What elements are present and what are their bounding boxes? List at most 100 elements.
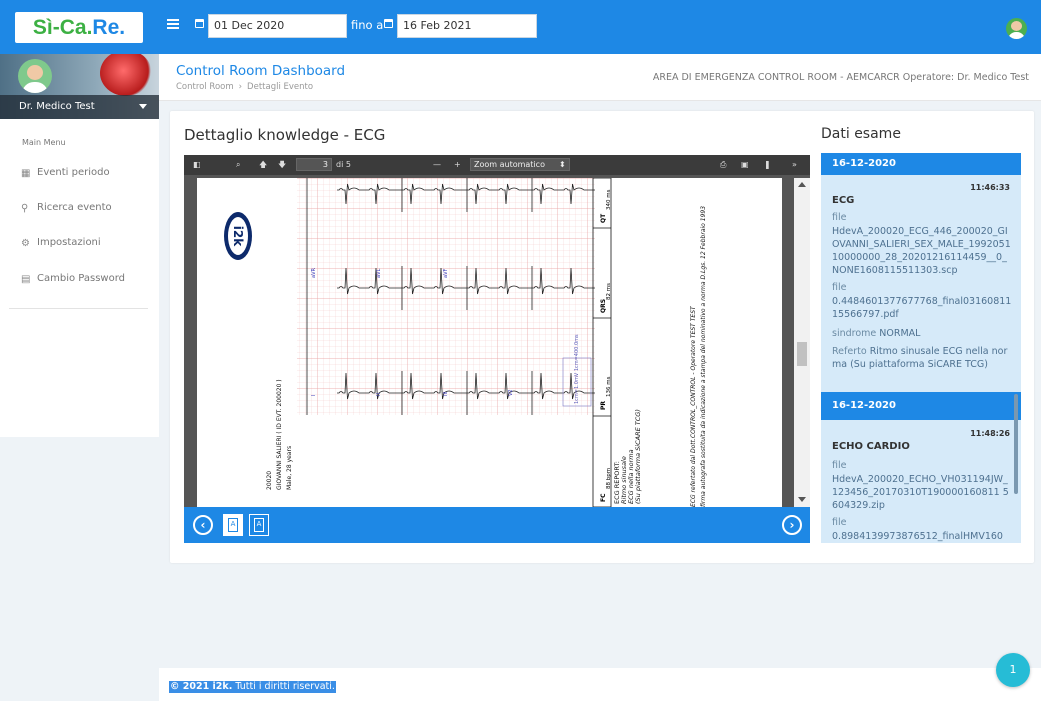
print-icon[interactable]: ⎙ xyxy=(720,160,726,170)
sindrome-label: sindrome xyxy=(832,328,877,339)
footer: © 2021 i2k. Tutti i diritti riservati. xyxy=(159,668,1041,701)
pdf-document-button-2[interactable]: A xyxy=(249,514,269,536)
exam-name: ECHO CARDIO xyxy=(832,441,910,452)
patient-line: Male, 28 years xyxy=(286,446,293,490)
chevron-updown-icon: ⬍ xyxy=(559,160,566,169)
caret-down-icon[interactable] xyxy=(139,104,147,109)
menu-toggle-icon[interactable] xyxy=(167,19,179,29)
exam-file-link[interactable]: 0.8984139973876512_finalHMV160 xyxy=(832,530,1012,543)
patient-line: GIOVANNI SALIERI ( ID EVT. 200020 ) xyxy=(276,379,283,490)
pdf-nav-bar: ‹ A A › xyxy=(184,507,810,543)
breadcrumb-control-room[interactable]: Control Room xyxy=(176,82,234,92)
ecg-report-text: ECG REPORT: Ritmo sinusale ECG nella nor… xyxy=(613,409,642,504)
exam-field: Referto Ritmo sinusale ECG nella norma (… xyxy=(832,345,1012,371)
sidebar-item-label: Ricerca evento xyxy=(37,202,112,213)
prev-document-button[interactable]: ‹ xyxy=(193,515,213,535)
zoom-out-icon[interactable]: — xyxy=(433,160,441,170)
exam-time: 11:46:33 xyxy=(970,183,1010,192)
zoom-select[interactable]: Zoom automatico ⬍ xyxy=(470,158,570,171)
breadcrumb: Control Room › Dettagli Evento xyxy=(176,82,313,92)
detail-title: Dettaglio knowledge - ECG xyxy=(184,126,386,144)
top-navbar: Sì-Ca.Re. 01 Dec 2020 fino a 16 Feb 2021 xyxy=(0,0,1041,54)
ecg-lead-label: aVL xyxy=(376,269,382,278)
scroll-up-icon[interactable] xyxy=(798,182,806,187)
search-icon[interactable]: ⌕ xyxy=(236,160,240,170)
search-icon: ⚲ xyxy=(21,203,29,214)
tools-menu-icon[interactable]: » xyxy=(792,160,797,170)
interval-value: 136 ms xyxy=(606,376,612,397)
calendar-icon xyxy=(195,19,204,28)
sindrome-value: NORMAL xyxy=(879,328,921,339)
pdf-page-area[interactable]: i2k aVR aVL aVF I II III V2 1cm=1.0mV 1cm=400.… xyxy=(184,175,810,507)
dati-esame-list[interactable]: 16-12-2020 11:46:33 ECG file HdevA_20002… xyxy=(821,153,1021,543)
calendar-icon: ▦ xyxy=(21,168,31,179)
sidebar-item-ricerca-evento[interactable]: ⚲ Ricerca evento xyxy=(21,199,112,217)
menu-heading: Main Menu xyxy=(22,138,66,147)
page-header: Control Room Dashboard Control Room › Dett… xyxy=(159,54,1041,101)
report-line: (Su piattaforma SiCARE TCG) xyxy=(634,409,642,504)
signature-line: firma autografa sostituita da indicazion… xyxy=(700,206,707,507)
ecg-signature-text: ECG refertato dal Dott.CONTROL_CONTROL -… xyxy=(690,206,707,507)
page-total: di 5 xyxy=(336,160,351,169)
exam-date-header: 16-12-2020 xyxy=(821,153,1021,175)
zoom-in-icon[interactable]: + xyxy=(454,160,461,170)
file-lock-icon: ▤ xyxy=(21,274,31,285)
date-from-input[interactable]: 01 Dec 2020 xyxy=(208,14,347,38)
logo-text-right: Re. xyxy=(92,16,126,39)
exam-file-link[interactable]: 0.4484601377677768_final0316081115566797… xyxy=(832,295,1012,321)
date-to-input[interactable]: 16 Feb 2021 xyxy=(397,14,537,38)
floating-action-button[interactable]: 1 xyxy=(996,653,1030,687)
interval-value: 340 ms xyxy=(606,189,612,210)
scrollbar-thumb[interactable] xyxy=(797,342,807,366)
scroll-down-icon[interactable] xyxy=(798,497,806,502)
ecg-interval-table xyxy=(592,178,612,507)
profile-avatar xyxy=(18,59,52,93)
bookmark-icon[interactable]: ❚ xyxy=(764,160,771,170)
next-document-button[interactable]: › xyxy=(782,515,802,535)
page-number-input[interactable]: 3 xyxy=(296,158,332,171)
ecg-grid xyxy=(297,178,595,415)
ecg-lead-label: I xyxy=(311,395,317,396)
detail-card: Dettaglio knowledge - ECG ◧ ⌕ 🡅 🡇 3 di 5… xyxy=(170,111,1034,563)
exam-entry-ecg: 11:46:33 ECG file HdevA_200020_ECG_446_2… xyxy=(821,175,1021,392)
sidebar-item-label: Cambio Password xyxy=(37,273,125,284)
user-profile: Dr. Medico Test xyxy=(0,54,159,119)
pdf-scrollbar[interactable] xyxy=(794,178,810,507)
copyright-text: © 2021 i2k. Tutti i diritti riservati. xyxy=(169,681,336,693)
interval-value: 88 bpm xyxy=(606,468,612,489)
pdf-file-icon: A xyxy=(228,518,238,532)
exam-file-label: file xyxy=(832,517,847,528)
dati-scrollbar[interactable] xyxy=(1014,394,1018,494)
sidebar-item-cambio-password[interactable]: ▤ Cambio Password xyxy=(21,270,125,288)
exam-file-link[interactable]: HdevA_200020_ECG_446_200020_GIOVANNI_SAL… xyxy=(832,225,1012,277)
sidebar-item-impostazioni[interactable]: ⚙ Impostazioni xyxy=(21,234,101,252)
exam-field: sindrome NORMAL xyxy=(832,328,920,339)
sidebar-toggle-icon[interactable]: ◧ xyxy=(193,160,201,170)
profile-name[interactable]: Dr. Medico Test xyxy=(0,95,159,119)
exam-entry-echo: 11:48:26 ECHO CARDIO file HdevA_200020_E… xyxy=(821,420,1021,543)
pdf-viewer: ◧ ⌕ 🡅 🡇 3 di 5 — + Zoom automatico ⬍ ⎙ ▣ … xyxy=(184,155,810,543)
exam-date-header: 16-12-2020 xyxy=(821,392,1021,420)
sidebar-item-eventi-periodo[interactable]: ▦ Eventi periodo xyxy=(21,164,110,182)
ecg-document: i2k aVR aVL aVFI II III V2 1cm=1.0mV 1cm=400.… xyxy=(224,178,707,507)
pdf-toolbar: ◧ ⌕ 🡅 🡇 3 di 5 — + Zoom automatico ⬍ ⎙ ▣ … xyxy=(184,155,810,175)
download-icon[interactable]: ▣ xyxy=(741,160,749,170)
i2k-logo: i2k xyxy=(224,212,252,260)
pdf-file-icon: A xyxy=(254,518,264,532)
user-avatar[interactable] xyxy=(1006,18,1027,39)
exam-file-label: file xyxy=(832,282,847,293)
pdf-document-button-1[interactable]: A xyxy=(223,514,243,536)
referto-label: Referto xyxy=(832,346,867,357)
dati-esame-title: Dati esame xyxy=(821,126,901,142)
interval-label: QRS xyxy=(600,299,607,313)
ecg-lead-label: V2 xyxy=(508,389,514,396)
exam-file-link[interactable]: HdevA_200020_ECHO_VH031194JW_123456_2017… xyxy=(832,473,1012,512)
signature-line: ECG refertato dal Dott.CONTROL_CONTROL -… xyxy=(690,305,697,507)
next-page-icon[interactable]: 🡇 xyxy=(278,160,286,170)
date-to-label: fino a xyxy=(351,18,384,32)
zoom-select-value: Zoom automatico xyxy=(474,160,545,169)
ecg-report-page: i2k aVR aVL aVF I II III V2 1cm=1.0mV 1cm=400.… xyxy=(197,178,782,507)
previous-page-icon[interactable]: 🡅 xyxy=(259,160,267,170)
app-logo[interactable]: Sì-Ca.Re. xyxy=(15,12,143,43)
copyright-rights: Tutti i diritti riservati. xyxy=(235,681,335,692)
